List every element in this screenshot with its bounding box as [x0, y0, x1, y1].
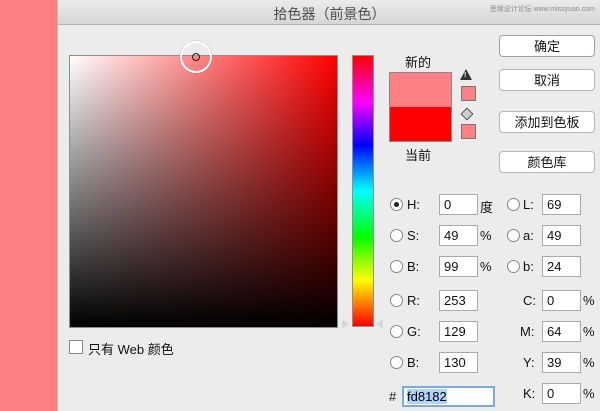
cancel-button[interactable]: 取消	[499, 69, 595, 91]
green-input[interactable]: 129	[439, 321, 478, 342]
ok-button[interactable]: 确定	[499, 35, 595, 57]
cyan-label: C:	[523, 293, 536, 308]
black-label: K:	[523, 386, 536, 401]
brightness-input[interactable]: 99	[439, 256, 478, 277]
saturation-label: S:	[407, 228, 420, 243]
title-bar[interactable]: 拾色器（前景色） 思缘设计论坛 www.missyuan.com	[58, 0, 600, 25]
current-color-swatch[interactable]	[389, 107, 452, 142]
warning-mark: !	[464, 72, 467, 79]
red-input[interactable]: 253	[439, 290, 478, 311]
hue-input[interactable]: 0	[439, 194, 478, 215]
lab-a-radio[interactable]	[507, 229, 520, 242]
red-label: R:	[407, 293, 420, 308]
gamut-color-swatch[interactable]	[461, 86, 476, 101]
web-safe-color-swatch[interactable]	[461, 124, 476, 139]
brightness-label: B:	[407, 259, 420, 274]
current-color-label: 当前	[405, 148, 432, 163]
blue-input[interactable]: 130	[439, 352, 478, 373]
hue-radio[interactable]	[390, 198, 403, 211]
hue-slider-right-arrow-icon[interactable]	[376, 319, 383, 329]
yellow-input[interactable]: 39	[542, 352, 581, 373]
hex-value: fd8182	[407, 389, 447, 404]
lab-b-radio[interactable]	[507, 260, 520, 273]
new-color-label: 新的	[405, 55, 432, 70]
hue-slider-left-arrow-icon[interactable]	[342, 319, 349, 329]
magenta-label: M:	[520, 324, 535, 339]
hue-unit: 度	[480, 200, 494, 215]
lab-b-label: b:	[523, 259, 534, 274]
hue-slider[interactable]	[352, 55, 374, 327]
green-label: G:	[407, 324, 421, 339]
cyan-input[interactable]: 0	[542, 290, 581, 311]
color-picker-dialog: 拾色器（前景色） 思缘设计论坛 www.missyuan.com 新的 当前 !…	[57, 0, 600, 411]
saturation-unit: %	[480, 228, 492, 243]
hue-label: H:	[407, 197, 420, 212]
lab-a-label: a:	[523, 228, 534, 243]
color-libraries-button[interactable]: 颜色库	[499, 151, 595, 173]
brightness-radio[interactable]	[390, 260, 403, 273]
cube-icon[interactable]	[460, 107, 474, 121]
yellow-unit: %	[583, 355, 595, 370]
picker-center	[192, 53, 200, 61]
green-radio[interactable]	[390, 325, 403, 338]
brightness-unit: %	[480, 259, 492, 274]
lab-b-input[interactable]: 24	[542, 256, 581, 277]
black-unit: %	[583, 386, 595, 401]
magenta-input[interactable]: 64	[542, 321, 581, 342]
lab-a-input[interactable]: 49	[542, 225, 581, 246]
lab-l-radio[interactable]	[507, 198, 520, 211]
add-to-swatches-button[interactable]: 添加到色板	[499, 111, 595, 133]
black-input[interactable]: 0	[542, 383, 581, 404]
color-field[interactable]	[69, 55, 338, 328]
cyan-unit: %	[583, 293, 595, 308]
lab-l-input[interactable]: 69	[542, 194, 581, 215]
saturation-input[interactable]: 49	[439, 225, 478, 246]
color-field-picker[interactable]	[180, 41, 212, 73]
saturation-radio[interactable]	[390, 229, 403, 242]
web-colors-only-label: 只有 Web 颜色	[88, 342, 174, 357]
blue-radio[interactable]	[390, 356, 403, 369]
new-color-swatch	[389, 72, 452, 108]
watermark: 思缘设计论坛 www.missyuan.com	[489, 6, 595, 13]
blue-label: B:	[407, 355, 420, 370]
background-foreground-color	[0, 0, 57, 411]
yellow-label: Y:	[523, 355, 535, 370]
hex-prefix: #	[389, 389, 397, 404]
web-colors-only-checkbox[interactable]	[69, 340, 83, 354]
magenta-unit: %	[583, 324, 595, 339]
hex-input[interactable]: fd8182	[402, 386, 495, 407]
lab-l-label: L:	[523, 197, 534, 212]
red-radio[interactable]	[390, 294, 403, 307]
